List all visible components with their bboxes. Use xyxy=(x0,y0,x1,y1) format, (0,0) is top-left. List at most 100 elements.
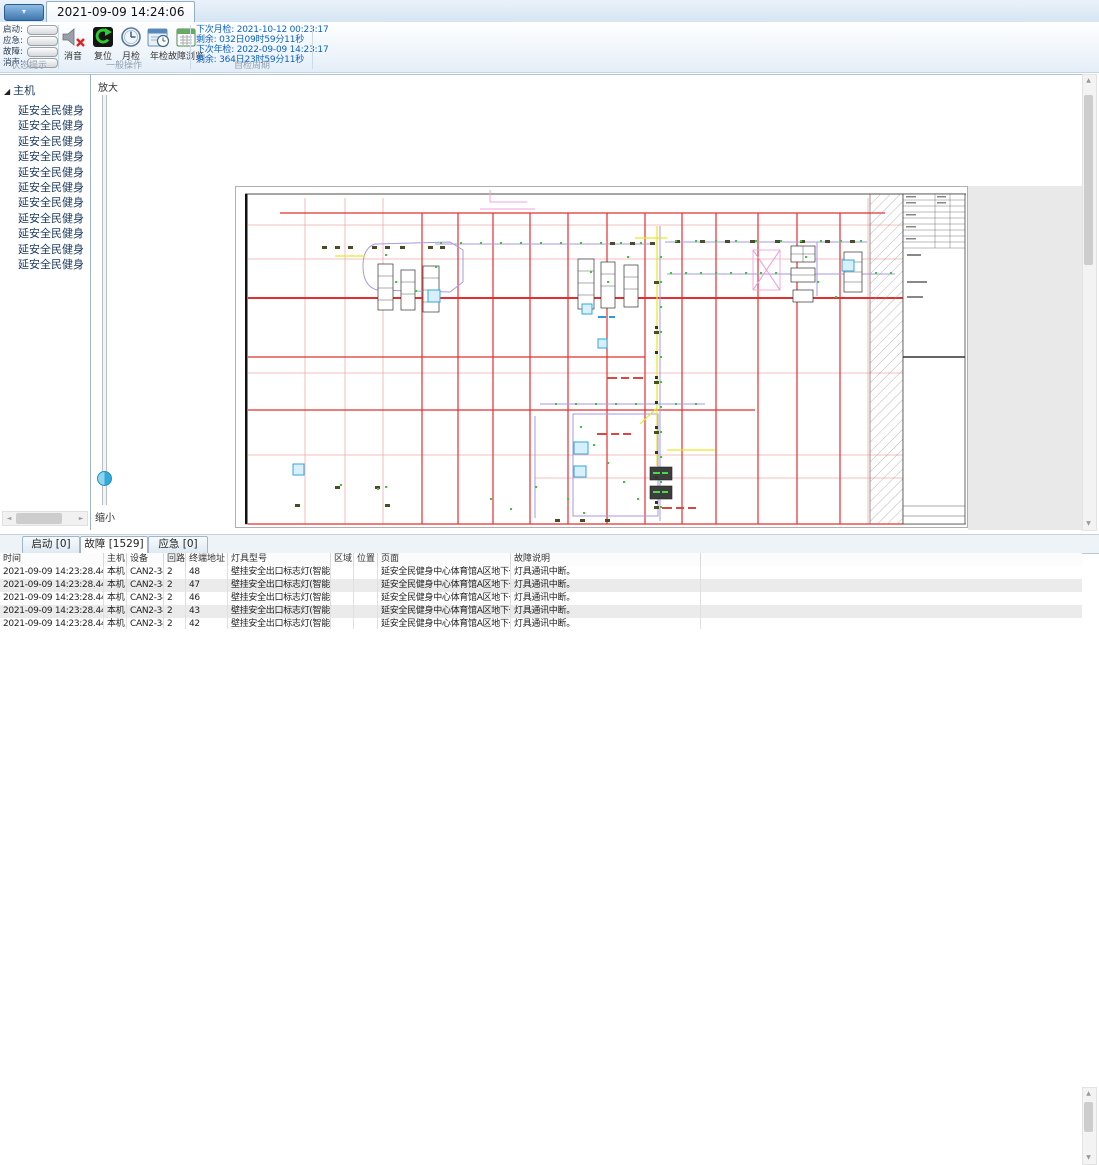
column-header[interactable]: 时间 xyxy=(0,553,104,566)
status-fault-label: 故障: xyxy=(3,47,23,57)
calendar-icon xyxy=(174,26,198,48)
fault-table-row[interactable]: 2021-09-09 14:23:28.447本机CAN2-34247壁挂安全出… xyxy=(0,579,1082,592)
fault-table-cell: 延安全民健身中心体育馆A区地下一层 xyxy=(378,618,511,629)
fault-table-cell: 2 xyxy=(164,566,186,579)
sidebar-horizontal-scrollbar[interactable]: ◄ ► xyxy=(2,511,88,526)
sidebar-item-station[interactable]: 延安全民健身 xyxy=(18,211,90,226)
scroll-up-icon[interactable]: ▲ xyxy=(1083,1088,1094,1100)
fault-table-cell: 2021-09-09 14:23:28.446 xyxy=(0,605,104,618)
sidebar-item-station[interactable]: 延安全民健身 xyxy=(18,257,90,272)
fault-table-cell: CAN2-34 xyxy=(127,579,164,592)
zoom-out-label: 缩小 xyxy=(95,509,115,524)
fault-table-cell xyxy=(354,579,378,592)
fault-table-cell: 本机 xyxy=(104,579,127,592)
fault-table-cell: 2 xyxy=(164,579,186,592)
fault-table-cell xyxy=(331,579,354,592)
status-group-caption: 状态提示 xyxy=(0,58,58,71)
sidebar-item-station[interactable]: 延安全民健身 xyxy=(18,149,90,164)
zoom-slider[interactable] xyxy=(102,95,107,505)
fault-table-cell: 本机 xyxy=(104,592,127,605)
monthly-check-button[interactable]: 月检 xyxy=(117,26,145,62)
sidebar-item-station[interactable]: 延安全民健身 xyxy=(18,226,90,241)
fault-table-cell: 灯具通讯中断。 xyxy=(511,618,701,629)
column-header[interactable]: 区域 xyxy=(331,553,354,566)
column-header[interactable]: 故障说明 xyxy=(511,553,701,566)
host-tree-sidebar: ◢主机 延安全民健身延安全民健身延安全民健身延安全民健身延安全民健身延安全民健身… xyxy=(0,74,91,530)
sidebar-item-station[interactable]: 延安全民健身 xyxy=(18,180,90,195)
fault-table-row[interactable]: 2021-09-09 14:23:28.446本机CAN2-34246壁挂安全出… xyxy=(0,592,1082,605)
fault-table-cell xyxy=(331,618,354,629)
scroll-right-icon[interactable]: ► xyxy=(75,512,87,525)
fault-table-rows: 2021-09-09 14:23:28.447本机CAN2-34248壁挂安全出… xyxy=(0,566,1082,629)
zoom-slider-thumb[interactable] xyxy=(97,471,112,486)
column-header[interactable]: 主机 xyxy=(104,553,127,566)
scroll-up-icon[interactable]: ▲ xyxy=(1083,75,1094,87)
floorplan-canvas[interactable]: 放大 缩小 xyxy=(91,74,1082,530)
sidebar-item-station[interactable]: 延安全民健身 xyxy=(18,242,90,257)
column-header[interactable]: 回路 xyxy=(164,553,186,566)
fault-table-cell: CAN2-34 xyxy=(127,618,164,629)
column-header[interactable]: 位置 xyxy=(354,553,378,566)
app-menu-button[interactable]: ▾ xyxy=(4,4,44,21)
fault-table-cell: 灯具通讯中断。 xyxy=(511,566,701,579)
fault-table-scrollbar[interactable]: ▲ ▼ xyxy=(1082,1087,1097,1165)
canvas-vertical-scrollbar[interactable]: ▲ ▼ xyxy=(1082,74,1097,531)
status-fault-indicator xyxy=(27,47,58,57)
fault-table-cell: 2021-09-09 14:23:28.446 xyxy=(0,592,104,605)
scroll-down-icon[interactable]: ▼ xyxy=(1083,1152,1094,1164)
fault-table-cell: CAN2-34 xyxy=(127,605,164,618)
tree-expander-icon[interactable]: ◢ xyxy=(4,87,10,96)
fault-table-cell: 灯具通讯中断。 xyxy=(511,579,701,592)
fault-table-cell: 延安全民健身中心体育馆A区地下一层 xyxy=(378,579,511,592)
datetime-title-tab[interactable]: 2021-09-09 14:24:06 xyxy=(46,1,195,22)
reset-icon xyxy=(91,26,115,48)
fault-table-row[interactable]: 2021-09-09 14:23:28.445本机CAN2-34242壁挂安全出… xyxy=(0,618,1082,629)
fault-table-cell: 延安全民健身中心体育馆A区地下一层 xyxy=(378,592,511,605)
scrollbar-thumb[interactable] xyxy=(16,513,62,524)
fault-table-row[interactable]: 2021-09-09 14:23:28.446本机CAN2-34243壁挂安全出… xyxy=(0,605,1082,618)
column-header-filler xyxy=(701,553,1082,566)
fault-table-cell: 本机 xyxy=(104,605,127,618)
scrollbar-thumb[interactable] xyxy=(1084,1102,1093,1132)
fault-table-cell: 本机 xyxy=(104,618,127,629)
column-header[interactable]: 灯具型号 xyxy=(228,553,331,566)
sidebar-item-station[interactable]: 延安全民健身 xyxy=(18,134,90,149)
next-monthly-check: 下次月检: 2021-10-12 00:23:17 xyxy=(196,25,328,35)
status-start-label: 启动: xyxy=(3,25,23,35)
host-root-label: 主机 xyxy=(13,84,35,97)
next-annual-check: 下次年检: 2022-09-09 14:23:17 xyxy=(196,45,328,55)
reset-button[interactable]: 复位 xyxy=(88,26,118,62)
status-start-indicator xyxy=(27,25,58,35)
title-block xyxy=(903,194,965,524)
scrollbar-thumb[interactable] xyxy=(1084,95,1093,265)
sidebar-item-station[interactable]: 延安全民健身 xyxy=(18,118,90,133)
fault-table-cell: 本机 xyxy=(104,566,127,579)
tab-emergency-events[interactable]: 应急 [0] xyxy=(148,536,208,554)
status-emergency-indicator xyxy=(27,36,58,46)
clock-icon xyxy=(119,26,143,48)
fault-table-cell xyxy=(331,605,354,618)
tab-start-events[interactable]: 启动 [0] xyxy=(22,536,80,554)
column-header[interactable]: 设备 xyxy=(127,553,164,566)
sidebar-item-host-root[interactable]: ◢主机 xyxy=(4,82,35,98)
check-group-caption: 自检周期 xyxy=(192,58,312,71)
fault-table-cell-filler xyxy=(701,592,1082,605)
scroll-left-icon[interactable]: ◄ xyxy=(3,512,15,525)
fault-table-cell: 灯具通讯中断。 xyxy=(511,592,701,605)
fault-table-cell xyxy=(331,566,354,579)
sidebar-item-station[interactable]: 延安全民健身 xyxy=(18,165,90,180)
tree-items: 延安全民健身延安全民健身延安全民健身延安全民健身延安全民健身延安全民健身延安全民… xyxy=(18,103,90,272)
sidebar-item-station[interactable]: 延安全民健身 xyxy=(18,103,90,118)
fault-table-row[interactable]: 2021-09-09 14:23:28.447本机CAN2-34248壁挂安全出… xyxy=(0,566,1082,579)
mute-button[interactable]: 消音 xyxy=(58,26,88,62)
sidebar-item-station[interactable]: 延安全民健身 xyxy=(18,195,90,210)
fault-table-cell: 46 xyxy=(186,592,228,605)
fault-table-cell: 2021-09-09 14:23:28.447 xyxy=(0,566,104,579)
column-header[interactable]: 终端地址 xyxy=(186,553,228,566)
fault-table-cell: 47 xyxy=(186,579,228,592)
fault-table-cell: 2 xyxy=(164,592,186,605)
event-panel: 启动 [0] 故障 [1529] 应急 [0] 时间主机设备回路终端地址灯具型号… xyxy=(0,534,1099,629)
column-header[interactable]: 页面 xyxy=(378,553,511,566)
fault-table-cell: 48 xyxy=(186,566,228,579)
scroll-down-icon[interactable]: ▼ xyxy=(1083,518,1094,530)
